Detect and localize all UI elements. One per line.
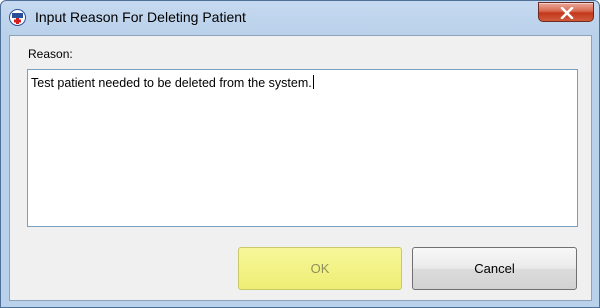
close-button[interactable] <box>538 2 594 22</box>
dialog-body: Reason: Test patient needed to be delete… <box>9 35 592 301</box>
text-caret <box>312 75 314 89</box>
window-title: Input Reason For Deleting Patient <box>35 9 246 25</box>
cancel-button[interactable]: Cancel <box>412 247 577 290</box>
reason-label: Reason: <box>28 47 73 61</box>
dialog-window: Input Reason For Deleting Patient Reason… <box>0 0 600 308</box>
close-icon <box>560 7 574 19</box>
ok-button[interactable]: OK <box>238 247 402 290</box>
title-bar[interactable]: Input Reason For Deleting Patient <box>1 1 599 35</box>
reason-text: Test patient needed to be deleted from t… <box>31 76 312 90</box>
reason-textarea[interactable]: Test patient needed to be deleted from t… <box>27 69 578 227</box>
med-app-icon <box>9 9 26 26</box>
